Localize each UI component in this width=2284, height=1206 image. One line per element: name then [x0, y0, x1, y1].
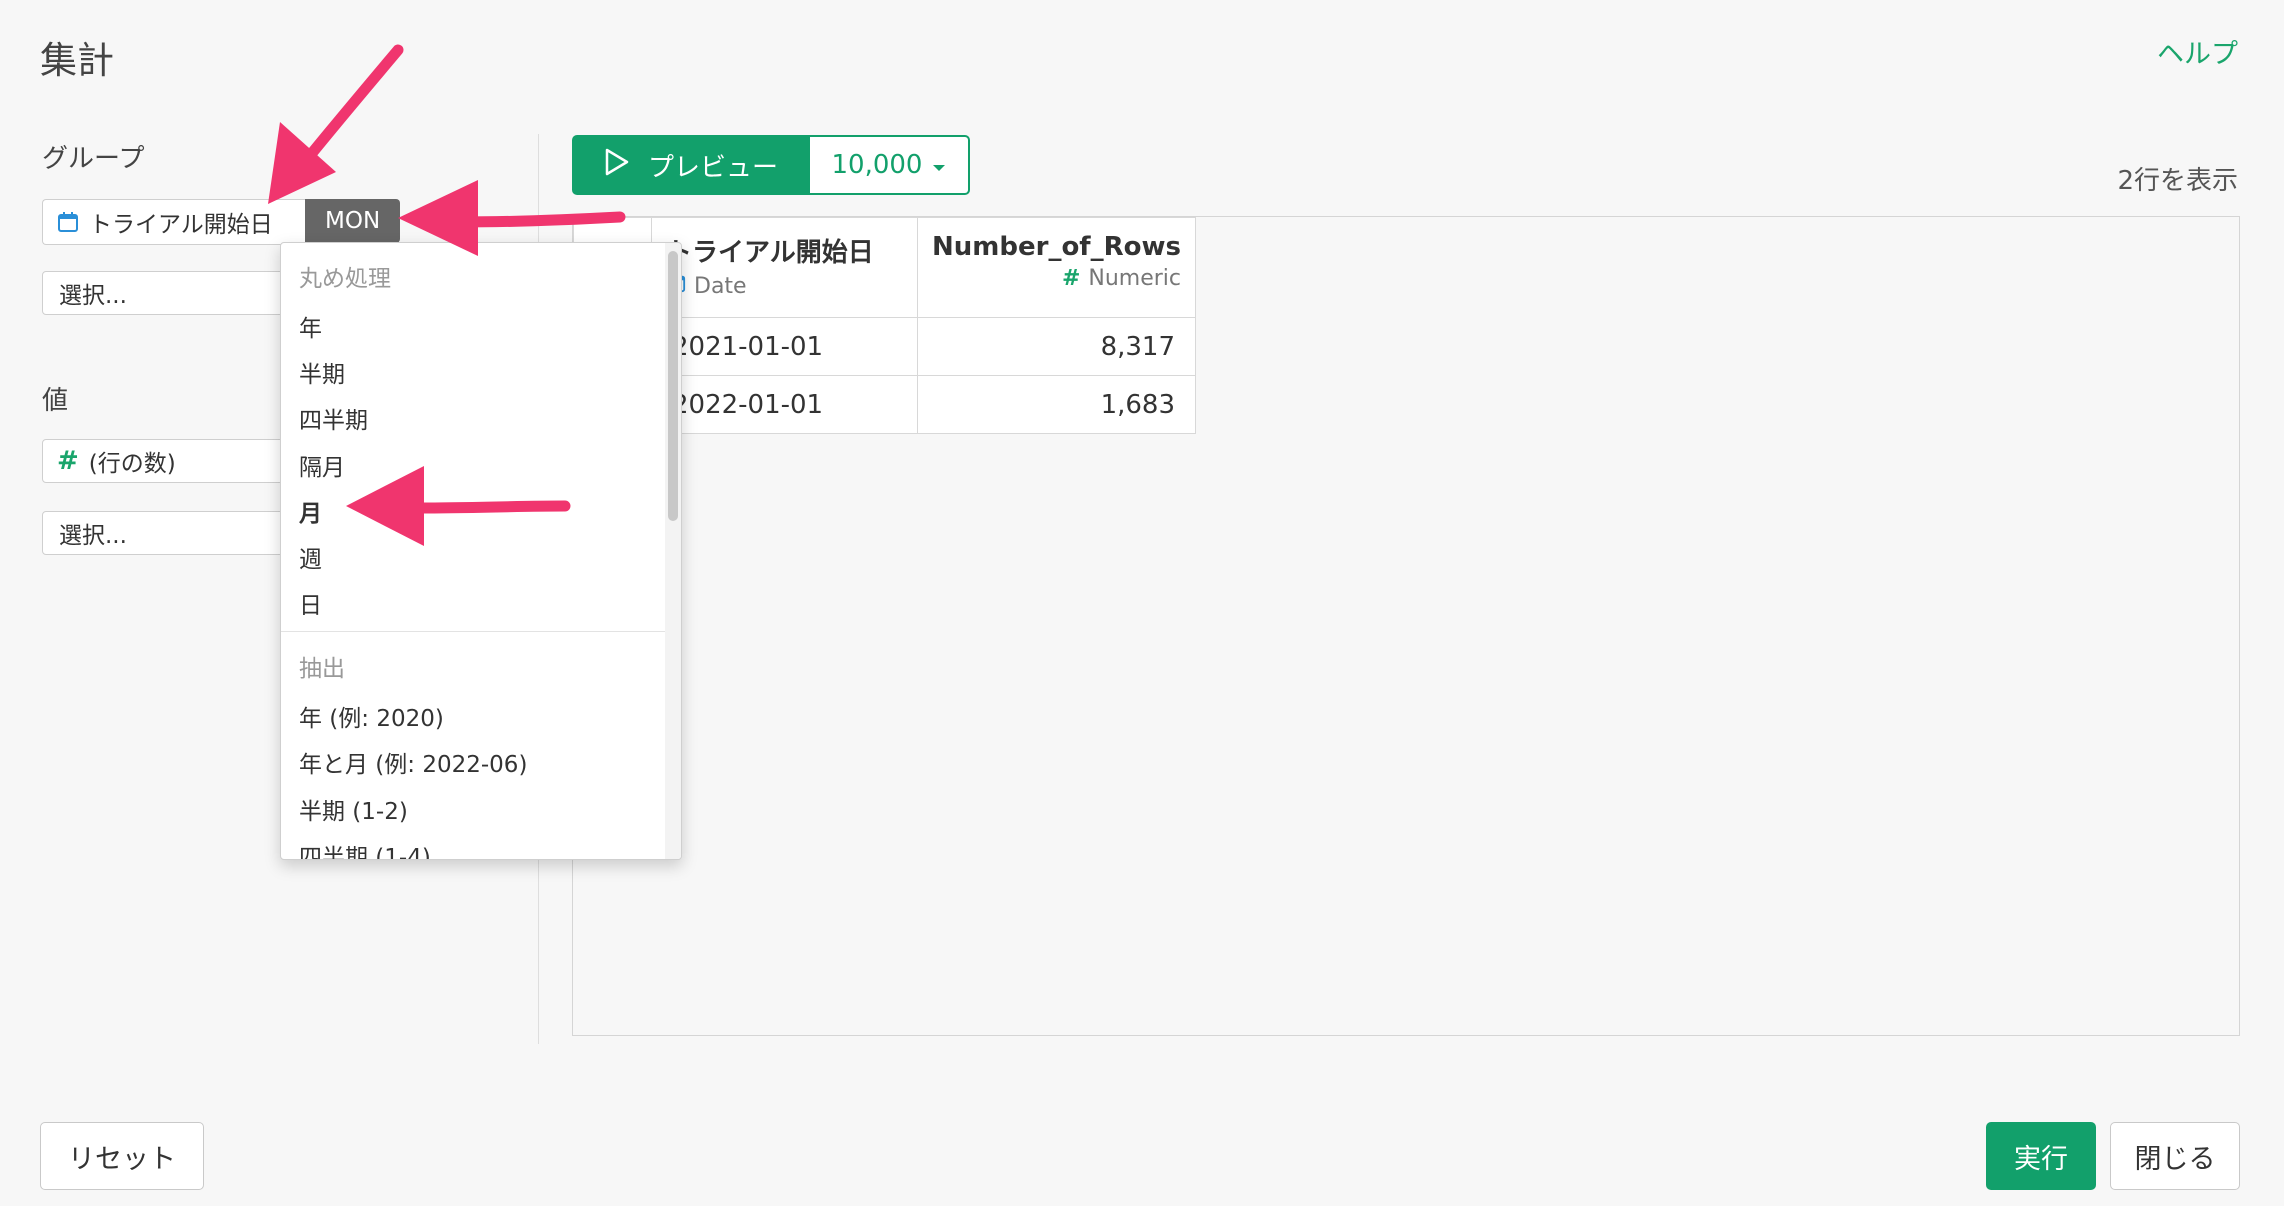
preview-button[interactable]: プレビュー: [572, 135, 810, 195]
column-name: Number_of_Rows: [932, 232, 1181, 262]
reset-button[interactable]: リセット: [40, 1122, 204, 1190]
column-header-rows[interactable]: Number_of_Rows # Numeric: [917, 217, 1196, 318]
menu-item-quarter[interactable]: 四半期: [299, 401, 368, 435]
table-cell: 8,317: [917, 317, 1196, 376]
rounding-badge[interactable]: MON: [305, 199, 401, 243]
preview-controls: プレビュー 10,000: [572, 135, 970, 195]
play-icon: [604, 148, 630, 183]
menu-section-header: 抽出: [299, 656, 345, 682]
group-field-name: トライアル開始日: [89, 212, 273, 238]
dialog-title: 集計: [40, 39, 114, 82]
menu-item-half-year[interactable]: 半期: [299, 355, 345, 389]
close-button[interactable]: 閉じる: [2110, 1122, 2240, 1190]
menu-item-month[interactable]: 月: [299, 494, 322, 528]
value-section-label: 値: [42, 386, 69, 416]
help-link[interactable]: ヘルプ: [2157, 32, 2238, 71]
menu-item-week[interactable]: 週: [299, 540, 322, 574]
caret-down-icon: [932, 150, 946, 180]
column-type: Date: [694, 273, 747, 299]
menu-item-extract-half[interactable]: 半期 (1-2): [299, 792, 408, 826]
column-type: Numeric: [1088, 266, 1181, 291]
preview-table-area: トライアル開始日 Date Number_of_Rows # Numeric 2…: [572, 216, 2240, 1036]
table-cell: 2021-01-01: [651, 317, 918, 376]
menu-divider: [281, 631, 667, 632]
rounding-dropdown-menu: 丸め処理 年 半期 四半期 隔月 月 週 日 抽出 年 (例: 2020) 年と…: [280, 242, 682, 860]
column-header-date[interactable]: トライアル開始日 Date: [651, 217, 918, 318]
value-field-name: (行の数): [88, 451, 176, 477]
menu-item-extract-year[interactable]: 年 (例: 2020): [299, 699, 444, 733]
rows-shown-count: 2行を表示: [2117, 166, 2238, 196]
table-cell: 1,683: [917, 375, 1196, 434]
group-field[interactable]: トライアル開始日: [42, 199, 305, 245]
menu-item-day[interactable]: 日: [299, 586, 322, 620]
menu-scrollbar-thumb[interactable]: [668, 251, 678, 521]
column-name: トライアル開始日: [666, 238, 874, 268]
row-limit-value: 10,000: [831, 150, 923, 180]
menu-item-year[interactable]: 年: [299, 309, 322, 343]
table-cell: 2022-01-01: [651, 375, 918, 434]
menu-item-extract-year-month[interactable]: 年と月 (例: 2022-06): [299, 745, 527, 779]
preview-button-label: プレビュー: [647, 152, 778, 183]
menu-item-bimonth[interactable]: 隔月: [299, 448, 345, 482]
menu-item-extract-quarter[interactable]: 四半期 (1-4): [299, 838, 431, 859]
run-button[interactable]: 実行: [1986, 1122, 2096, 1190]
group-field-chip[interactable]: トライアル開始日 MON: [42, 199, 401, 245]
row-limit-select[interactable]: 10,000: [810, 135, 970, 195]
menu-scrollbar[interactable]: [665, 243, 681, 859]
menu-section-header: 丸め処理: [299, 266, 391, 292]
annotation-arrow: [268, 44, 404, 204]
group-section-label: グループ: [42, 144, 145, 174]
numeric-hash-icon: #: [1061, 266, 1081, 291]
numeric-hash-icon: #: [57, 446, 79, 476]
calendar-icon: [57, 211, 79, 233]
